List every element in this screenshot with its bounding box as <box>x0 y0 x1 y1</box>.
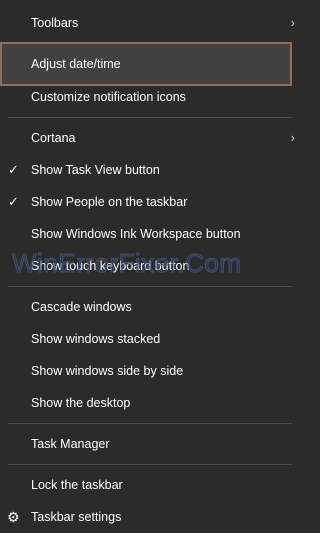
menu-separator <box>8 286 292 287</box>
checkmark-icon: ✓ <box>8 162 19 177</box>
menu-separator <box>8 423 292 424</box>
menu-item-taskbar-settings[interactable]: ⚙ Taskbar settings <box>0 501 292 526</box>
gear-icon: ⚙ <box>7 509 20 525</box>
menu-item-label: Show windows side by side <box>31 364 184 378</box>
menu-item-show-windows-stacked[interactable]: Show windows stacked <box>0 323 292 355</box>
menu-item-cascade-windows[interactable]: Cascade windows <box>0 291 292 323</box>
menu-item-show-task-view-button[interactable]: ✓ Show Task View button <box>0 154 292 186</box>
menu-item-label: Show Task View button <box>31 163 160 177</box>
menu-separator <box>8 464 292 465</box>
menu-item-show-the-desktop[interactable]: Show the desktop <box>0 387 292 419</box>
menu-item-show-windows-side-by-side[interactable]: Show windows side by side <box>0 355 292 387</box>
menu-item-lock-the-taskbar[interactable]: Lock the taskbar <box>0 469 292 501</box>
watermark-text: WinErrorFixer.Com <box>12 248 242 279</box>
menu-item-label: Taskbar settings <box>31 510 122 524</box>
menu-item-task-manager[interactable]: Task Manager <box>0 428 292 460</box>
menu-item-label: Show the desktop <box>31 396 131 410</box>
menu-item-show-people-on-taskbar[interactable]: ✓ Show People on the taskbar <box>0 186 292 218</box>
taskbar-context-menu: Toolbars › Adjust date/time Customize no… <box>0 0 295 526</box>
menu-item-label: Show People on the taskbar <box>31 195 188 209</box>
menu-item-label: Customize notification icons <box>31 90 186 104</box>
menu-item-cortana[interactable]: Cortana › <box>0 122 295 154</box>
menu-item-label: Cortana <box>31 131 76 145</box>
menu-item-label: Show windows stacked <box>31 332 161 346</box>
menu-item-label: Toolbars <box>31 16 79 30</box>
menu-item-toolbars[interactable]: Toolbars › <box>0 7 295 39</box>
menu-item-customize-notification-icons[interactable]: Customize notification icons <box>0 81 292 113</box>
chevron-right-icon: › <box>290 130 295 145</box>
menu-item-label: Cascade windows <box>31 300 132 314</box>
checkmark-icon: ✓ <box>8 194 19 209</box>
chevron-right-icon: › <box>290 15 295 30</box>
menu-item-adjust-date-time[interactable]: Adjust date/time <box>0 42 292 86</box>
menu-item-label: Adjust date/time <box>31 57 121 71</box>
menu-separator <box>8 117 292 118</box>
menu-item-label: Lock the taskbar <box>31 478 123 492</box>
menu-item-label: Task Manager <box>31 437 110 451</box>
